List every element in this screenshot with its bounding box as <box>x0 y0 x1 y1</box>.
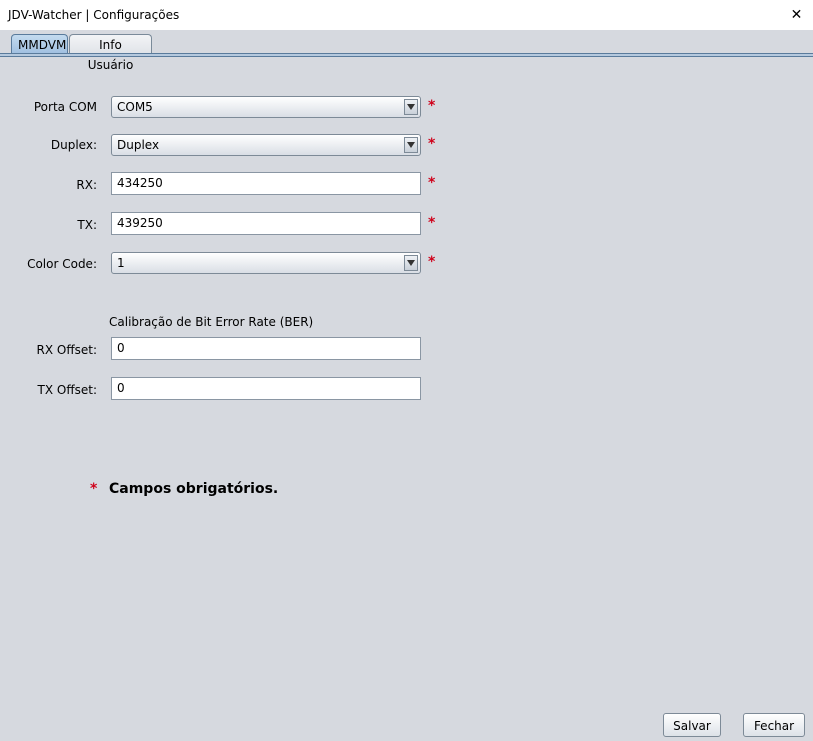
mmdvm-panel: Porta COM COM5 * Duplex: Duplex * RX: 43… <box>0 57 813 741</box>
required-marker: * <box>428 136 436 152</box>
chevron-down-icon[interactable] <box>404 99 418 115</box>
tx-offset-field[interactable]: 0 <box>111 377 421 400</box>
required-marker: * <box>428 215 436 231</box>
porta-com-select[interactable]: COM5 <box>111 96 421 118</box>
required-marker: * <box>90 481 98 497</box>
chevron-down-icon[interactable] <box>404 137 418 153</box>
rx-field[interactable]: 434250 <box>111 172 421 195</box>
tab-mmdvm[interactable]: MMDVM <box>11 34 68 54</box>
ber-section-title: Calibração de Bit Error Rate (BER) <box>109 315 314 329</box>
color-code-value: 1 <box>117 256 125 270</box>
window-title: JDV-Watcher | Configurações <box>8 8 180 22</box>
porta-com-label: Porta COM <box>33 100 97 114</box>
save-button[interactable]: Salvar <box>663 713 721 737</box>
tab-info-usuario[interactable]: Info Usuário <box>69 34 152 72</box>
duplex-select[interactable]: Duplex <box>111 134 421 156</box>
required-marker: * <box>428 254 436 270</box>
duplex-label: Duplex: <box>50 138 97 152</box>
close-icon: ✕ <box>790 7 803 23</box>
duplex-value: Duplex <box>117 138 160 152</box>
rx-offset-label: RX Offset: <box>36 343 97 357</box>
color-code-select[interactable]: 1 <box>111 252 421 274</box>
rx-offset-field[interactable]: 0 <box>111 337 421 360</box>
close-window-button[interactable]: ✕ <box>780 0 813 30</box>
title-bar: JDV-Watcher | Configurações ✕ <box>0 0 813 30</box>
tx-offset-label: TX Offset: <box>37 383 97 397</box>
required-marker: * <box>428 175 436 191</box>
tx-field[interactable]: 439250 <box>111 212 421 235</box>
close-button[interactable]: Fechar <box>743 713 805 737</box>
required-fields-note: Campos obrigatórios. <box>109 481 279 497</box>
color-code-label: Color Code: <box>27 257 97 271</box>
tx-label: TX: <box>77 218 97 232</box>
rx-label: RX: <box>76 178 97 192</box>
required-marker: * <box>428 98 436 114</box>
chevron-down-icon[interactable] <box>404 255 418 271</box>
porta-com-value: COM5 <box>117 100 153 114</box>
